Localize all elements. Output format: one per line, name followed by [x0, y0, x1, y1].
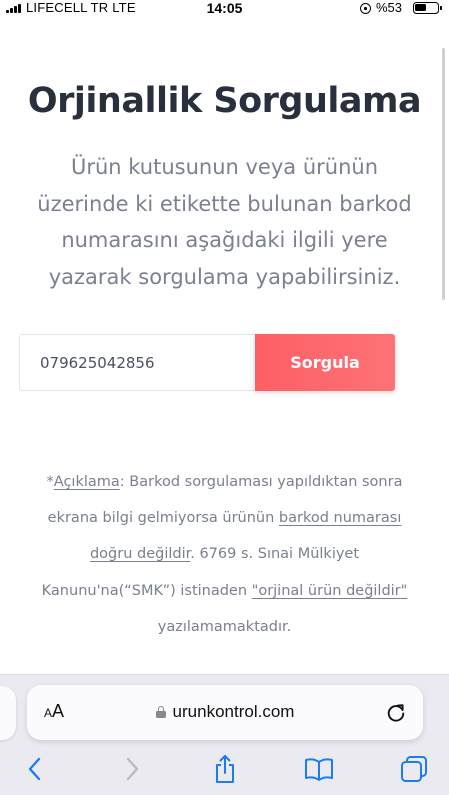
url-text: urunkontrol.com	[172, 702, 295, 721]
share-button[interactable]	[209, 753, 241, 785]
chevron-left-icon	[28, 757, 41, 781]
reload-icon[interactable]	[385, 702, 407, 724]
forward-button[interactable]	[116, 753, 148, 785]
address-bar[interactable]: AA urunkontrol.com	[27, 685, 423, 740]
battery-level	[415, 4, 426, 11]
browser-toolbar	[0, 753, 449, 787]
aciklama-link[interactable]: Açıklama	[54, 474, 120, 490]
previous-tab-card[interactable]	[0, 686, 16, 740]
page-title: Orjinallik Sorgulama	[27, 81, 422, 121]
bookmarks-button[interactable]	[303, 753, 335, 785]
disclaimer-note: *Açıklama: Barkod sorgulaması yapıldıkta…	[26, 464, 423, 645]
sorgula-button[interactable]: Sorgula	[255, 334, 395, 391]
lock-icon	[155, 706, 166, 718]
chevron-right-icon	[126, 757, 139, 781]
note-asterisk: *	[46, 474, 54, 490]
back-button[interactable]	[19, 753, 51, 785]
status-bar: LIFECELL TR LTE 14:05 %53	[0, 0, 449, 18]
tabs-icon	[401, 756, 427, 782]
battery-icon	[413, 2, 442, 14]
url-display[interactable]: urunkontrol.com	[27, 702, 423, 722]
orientation-lock-icon	[360, 3, 371, 14]
barcode-input[interactable]	[19, 334, 255, 391]
tabs-button[interactable]	[398, 753, 430, 785]
battery-percentage: %53	[376, 0, 403, 15]
page-description: Ürün kutusunun veya ürünün üzerinde ki e…	[37, 155, 412, 289]
share-icon	[216, 755, 234, 783]
browser-bottom-bar: AA urunkontrol.com	[0, 674, 449, 795]
book-icon	[305, 758, 333, 781]
note-text-3: yazılamamaktadır.	[157, 618, 292, 635]
orjinal-link[interactable]: "orjinal ürün değildir"	[252, 583, 408, 599]
